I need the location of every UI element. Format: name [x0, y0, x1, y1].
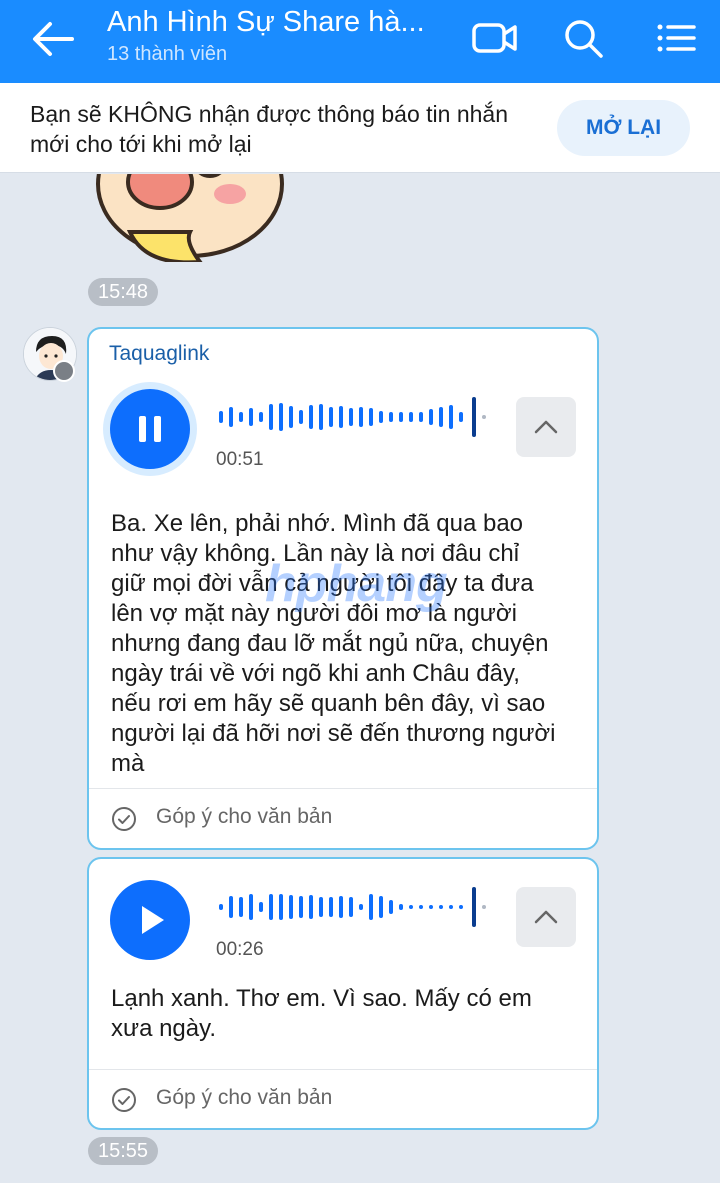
- cartoon-sticker[interactable]: [90, 174, 290, 262]
- waveform-bar: [419, 905, 423, 909]
- waveform-bar: [259, 412, 263, 422]
- waveform-bar: [219, 411, 223, 423]
- waveform-bar: [459, 412, 463, 422]
- waveform-bar: [379, 896, 383, 918]
- audio-duration: 00:26: [216, 939, 264, 960]
- collapse-button[interactable]: [516, 887, 576, 947]
- waveform-bar: [299, 896, 303, 918]
- waveform-bar: [269, 404, 273, 430]
- mute-notice-text: Bạn sẽ KHÔNG nhận được thông báo tin nhắ…: [30, 101, 509, 157]
- divider: [89, 788, 597, 789]
- waveform-bar: [279, 894, 283, 920]
- waveform-bar: [249, 894, 253, 920]
- waveform-bar: [439, 407, 443, 427]
- waveform-bar: [389, 412, 393, 422]
- playhead-cursor[interactable]: [472, 887, 476, 927]
- mute-notice-bar: Bạn sẽ KHÔNG nhận được thông báo tin nhắ…: [0, 83, 720, 173]
- waveform-bar: [339, 406, 343, 428]
- waveform-bar: [319, 404, 323, 430]
- menu-list-icon[interactable]: [652, 16, 700, 60]
- playhead-cursor[interactable]: [472, 397, 476, 437]
- chat-header: Anh Hình Sự Share hà... 13 thành viên: [0, 0, 720, 83]
- voice-message-bubble[interactable]: 00:26 Lạnh xanh. Thơ em. Vì sao. Mấy có …: [87, 857, 599, 1130]
- waveform-bar: [429, 409, 433, 425]
- waveform-bar: [339, 896, 343, 918]
- waveform-bar: [459, 905, 463, 909]
- waveform-bar: [229, 407, 233, 427]
- member-count[interactable]: 13 thành viên: [107, 43, 227, 66]
- play-icon: [142, 906, 164, 934]
- audio-waveform[interactable]: [216, 397, 491, 437]
- voice-transcript: Lạnh xanh. Thơ em. Vì sao. Mấy có em xưa…: [111, 985, 532, 1042]
- waveform-bar: [259, 902, 263, 912]
- waveform-bar: [399, 412, 403, 422]
- waveform-bar: [249, 408, 253, 426]
- feedback-label: Góp ý cho văn bản: [156, 1086, 333, 1109]
- waveform-bar: [409, 412, 413, 422]
- chevron-up-icon: [534, 420, 558, 434]
- waveform-bar: [409, 905, 413, 909]
- feedback-label: Góp ý cho văn bản: [156, 805, 333, 828]
- waveform-bar: [219, 904, 223, 910]
- waveform-bar: [229, 896, 233, 918]
- waveform-bar: [319, 897, 323, 917]
- waveform-bar: [279, 403, 283, 431]
- time-badge: 15:55: [88, 1137, 159, 1165]
- waveform-bar: [309, 405, 313, 429]
- key-badge-icon: [53, 360, 75, 382]
- back-arrow-icon[interactable]: [28, 18, 76, 60]
- waveform-bar: [419, 412, 423, 422]
- waveform-bar: [289, 895, 293, 919]
- check-circle-icon: [112, 1088, 136, 1112]
- playback-ring: [103, 873, 197, 967]
- waveform-bar: [429, 905, 433, 909]
- time-badge: 15:48: [88, 278, 159, 306]
- waveform-bar: [239, 412, 243, 422]
- waveform-bar: [359, 407, 363, 427]
- waveform-bar: [399, 904, 403, 910]
- sender-name[interactable]: Taquaglink: [109, 342, 209, 366]
- divider: [89, 1069, 597, 1070]
- waveform-bar: [329, 407, 333, 427]
- pause-button[interactable]: [110, 389, 190, 469]
- waveform-bar: [379, 411, 383, 423]
- waveform-bar: [239, 897, 243, 917]
- waveform-bar: [349, 408, 353, 426]
- waveform-end-dot: [482, 905, 486, 909]
- waveform-bar: [449, 905, 453, 909]
- waveform-bar: [349, 897, 353, 917]
- watermark: hphang: [265, 555, 448, 613]
- waveform-bar: [389, 900, 393, 914]
- chevron-up-icon: [534, 910, 558, 924]
- waveform-bar: [369, 894, 373, 920]
- waveform-bar: [449, 405, 453, 429]
- waveform-bar: [289, 406, 293, 428]
- waveform-bar: [369, 408, 373, 426]
- waveform-bar: [309, 895, 313, 919]
- collapse-button[interactable]: [516, 397, 576, 457]
- pause-icon: [139, 416, 161, 442]
- waveform-bar: [359, 904, 363, 910]
- reopen-button[interactable]: MỞ LẠI: [557, 100, 690, 156]
- waveform-bar: [299, 410, 303, 424]
- audio-duration: 00:51: [216, 449, 264, 470]
- waveform-bar: [329, 897, 333, 917]
- search-icon[interactable]: [560, 16, 608, 60]
- waveform-bar: [269, 894, 273, 920]
- video-call-icon[interactable]: [470, 16, 518, 60]
- check-circle-icon: [112, 807, 136, 831]
- group-title[interactable]: Anh Hình Sự Share hà...: [107, 6, 425, 39]
- playback-ring: [103, 382, 197, 476]
- play-button[interactable]: [110, 880, 190, 960]
- chat-area[interactable]: 15:48 Taquaglink 00:51 Ba. Xe lên, phải …: [0, 174, 720, 1183]
- waveform-bar: [439, 905, 443, 909]
- voice-transcript: Ba. Xe lên, phải nhớ. Mình đã qua bao nh…: [111, 510, 556, 777]
- waveform-end-dot: [482, 415, 486, 419]
- audio-waveform[interactable]: [216, 887, 491, 927]
